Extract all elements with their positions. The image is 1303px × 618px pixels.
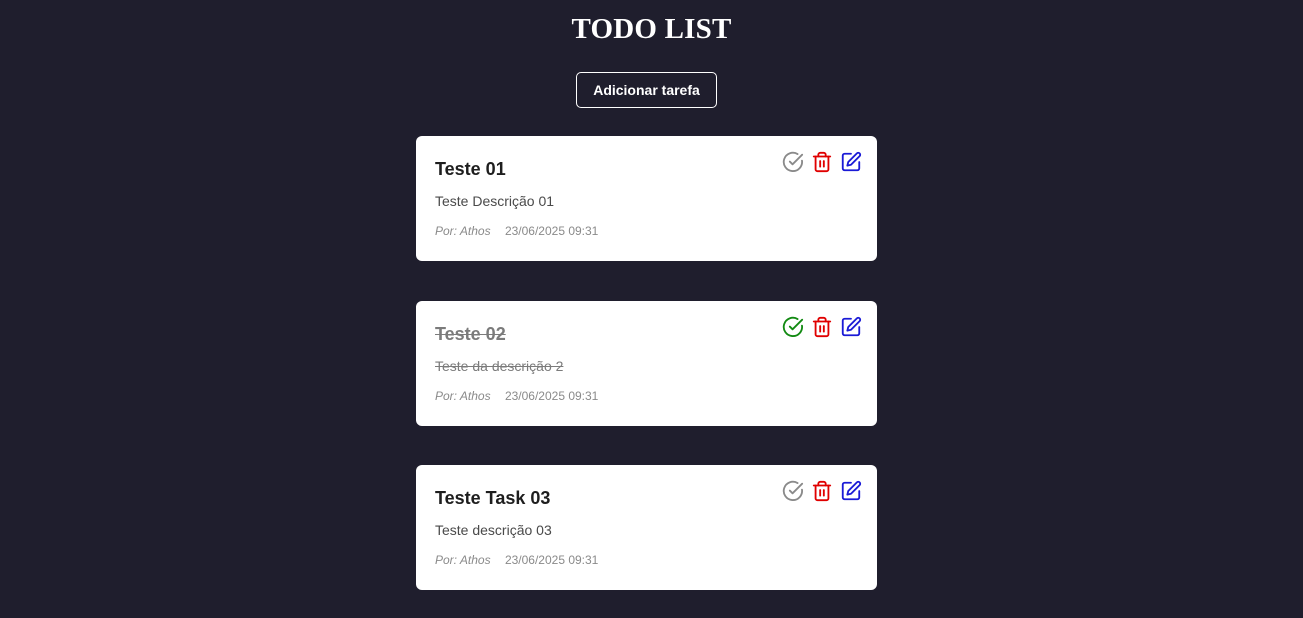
task-author: Por: Athos (435, 224, 491, 238)
trash-icon (812, 151, 832, 173)
complete-toggle-button[interactable] (782, 151, 804, 173)
trash-icon (812, 316, 832, 337)
task-list: Teste 01 Teste Descrição 01 Por: Athos 2… (416, 136, 877, 618)
task-meta: Por: Athos 23/06/2025 09:31 (435, 389, 598, 404)
delete-task-button[interactable] (811, 480, 833, 502)
edit-icon (841, 151, 862, 172)
check-circle-icon (782, 316, 804, 337)
add-task-button[interactable]: Adicionar tarefa (576, 72, 717, 108)
edit-icon (841, 480, 862, 501)
task-date: 23/06/2025 09:31 (504, 553, 599, 567)
delete-task-button[interactable] (811, 316, 833, 338)
task-description: Teste da descrição 2 (435, 357, 564, 374)
task-author: Por: Athos (435, 388, 491, 403)
task-title: Teste Task 03 (435, 488, 551, 508)
trash-icon (812, 480, 832, 502)
edit-task-button[interactable] (840, 151, 862, 173)
edit-icon (841, 316, 862, 336)
delete-task-button[interactable] (811, 151, 833, 173)
edit-task-button[interactable] (840, 480, 862, 502)
task-card: Teste 01 Teste Descrição 01 Por: Athos 2… (416, 136, 877, 261)
task-title: Teste 01 (435, 159, 506, 179)
task-actions (782, 316, 862, 338)
task-author: Por: Athos (435, 553, 491, 567)
task-title: Teste 02 (435, 323, 506, 344)
page-title: TODO LIST (571, 13, 732, 45)
task-actions (782, 151, 862, 173)
task-meta: Por: Athos 23/06/2025 09:31 (435, 224, 598, 239)
task-card: Teste Task 03 Teste descrição 03 Por: At… (416, 465, 877, 590)
edit-task-button[interactable] (840, 316, 862, 338)
check-circle-icon (782, 151, 804, 172)
complete-toggle-button[interactable] (782, 480, 804, 502)
task-date: 23/06/2025 09:31 (504, 224, 599, 238)
task-actions (782, 480, 862, 502)
task-meta: Por: Athos 23/06/2025 09:31 (435, 553, 598, 568)
task-description: Teste Descrição 01 (435, 193, 555, 209)
complete-toggle-button[interactable] (782, 316, 804, 338)
task-card: Teste 02 Teste da descrição 2 Por: Athos… (416, 300, 877, 426)
check-circle-icon (782, 480, 804, 501)
task-description: Teste descrição 03 (435, 522, 552, 538)
task-date: 23/06/2025 09:31 (504, 388, 599, 403)
